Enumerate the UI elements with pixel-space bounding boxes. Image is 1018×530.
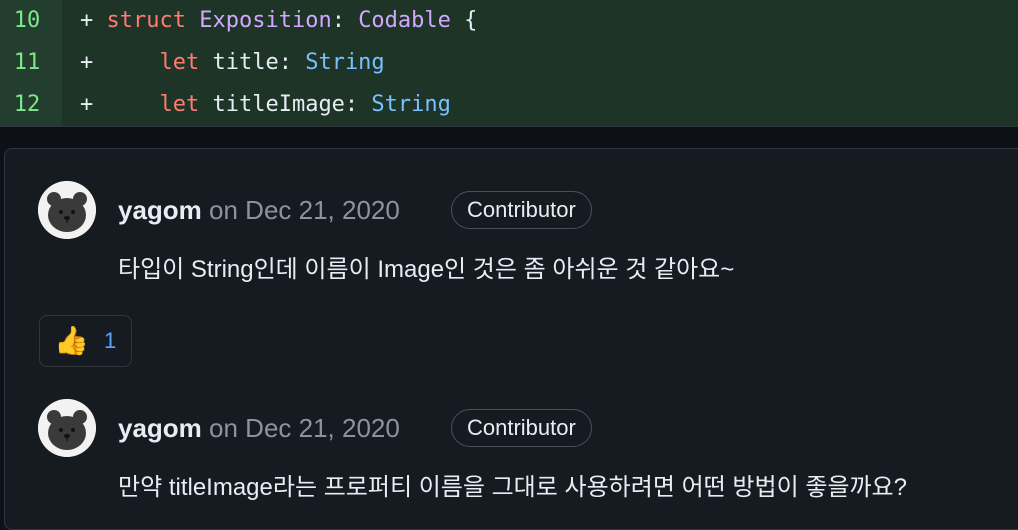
comment-body: 타입이 String인데 이름이 Image인 것은 좀 아쉬운 것 같아요~ [118, 256, 735, 283]
code-line: + let title: String [80, 42, 385, 84]
code-token: struct [106, 8, 186, 33]
bear-avatar-icon[interactable] [38, 181, 96, 239]
code-token: let [159, 50, 200, 75]
author-name[interactable]: yagom [118, 413, 202, 443]
code-token: String [305, 50, 385, 75]
code-token: String [371, 92, 451, 117]
diff-line: 10 + struct Exposition: Codable { [0, 0, 1018, 42]
code-tokens: let title: String [107, 50, 385, 75]
contributor-badge: Contributor [451, 409, 592, 447]
code-line: + let titleImage: String [80, 84, 451, 126]
line-number[interactable]: 10 [0, 0, 62, 42]
code-line: + struct Exposition: Codable { [80, 0, 477, 42]
comment-header: yagom on Dec 21, 2020 [118, 412, 400, 444]
code-token: title: [199, 50, 306, 75]
diff-snippet: 10 + struct Exposition: Codable { 11 + l… [0, 0, 1018, 127]
reaction-button[interactable]: 👍 1 [39, 315, 132, 367]
code-token: : [331, 8, 359, 33]
author-name[interactable]: yagom [118, 195, 202, 225]
line-number[interactable]: 11 [0, 42, 62, 84]
code-tokens: struct Exposition: Codable { [107, 8, 478, 33]
thumbs-up-icon: 👍 [54, 325, 89, 356]
diff-add-marker: + [80, 92, 94, 117]
code-token: titleImage: [199, 92, 372, 117]
code-token: let [159, 92, 200, 117]
diff-line: 11 + let title: String [0, 42, 1018, 84]
code-token: Exposition [199, 8, 332, 33]
comment-date[interactable]: on Dec 21, 2020 [202, 195, 400, 225]
diff-add-marker: + [80, 50, 94, 75]
code-token: { [450, 8, 478, 33]
diff-line: 12 + let titleImage: String [0, 84, 1018, 126]
code-tokens: let titleImage: String [107, 92, 451, 117]
comment-header: yagom on Dec 21, 2020 [118, 194, 400, 226]
diff-add-marker: + [80, 8, 94, 33]
comment-body: 만약 titleImage라는 프로퍼티 이름을 그대로 사용하려면 어떤 방법… [118, 474, 907, 501]
contributor-badge: Contributor [451, 191, 592, 229]
review-comment-thread: yagom on Dec 21, 2020 Contributor 타입이 St… [4, 148, 1018, 530]
line-number[interactable]: 12 [0, 84, 62, 126]
code-token: Codable [358, 8, 451, 33]
reaction-count: 1 [104, 328, 117, 353]
bear-avatar-icon[interactable] [38, 399, 96, 457]
comment-date[interactable]: on Dec 21, 2020 [202, 413, 400, 443]
